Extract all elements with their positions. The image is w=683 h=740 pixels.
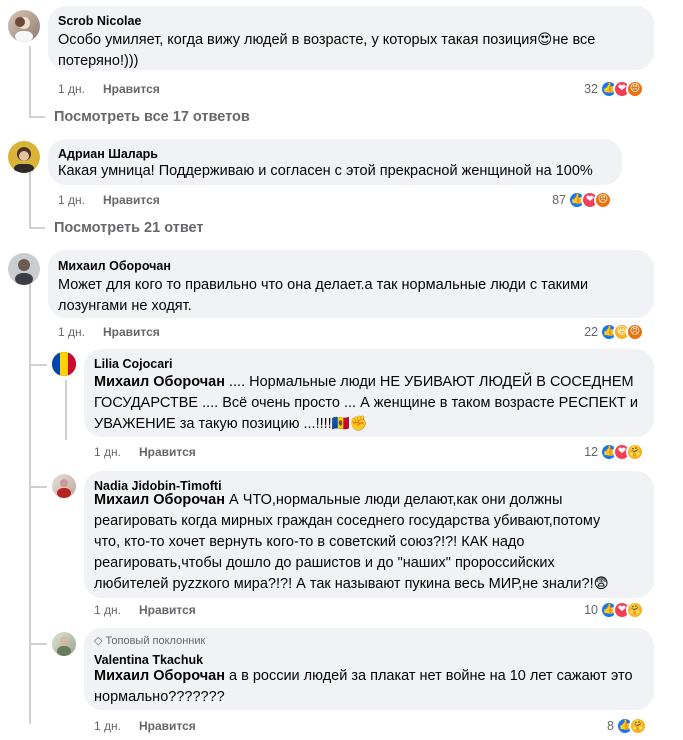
reaction-count[interactable]: 87 [538,193,566,207]
comment-text-line: потеряно!))) [58,53,139,69]
thread-line [29,643,47,645]
reply-bubble: ◇ Топовый поклонник Valentina Tkachuk Ми… [84,628,654,710]
comment-actions: 1 дн. Нравится [58,193,178,207]
flag-avatar-icon [52,352,76,376]
reply-actions: 1 дн. Нравится [94,445,214,459]
like-button[interactable]: Нравится [103,193,160,207]
reaction-summary[interactable]: 👍 ❤ 😠 [568,191,612,209]
thread-line [29,486,47,488]
comment-bubble: Scrob Nicolae Особо умиляет, когда вижу … [48,6,654,70]
like-button[interactable]: Нравится [139,719,196,733]
top-fan-badge: ◇ Топовый поклонник [94,634,205,647]
angry-icon: 😠 [626,80,644,98]
reply-text-line: любителей руzzкого мира?!?! А так называ… [94,576,609,592]
reaction-summary[interactable]: 👍 ❤ 😠 [600,80,644,98]
reply-text: Михаил Оборочан А ЧТО,нормальные люди де… [94,490,650,595]
reply-author[interactable]: Lilia Cojocari [94,357,173,371]
view-replies-link[interactable]: Посмотреть все 17 ответов [54,109,250,125]
comment-text-line: Может для кого то правильно что она дела… [58,277,589,293]
thread-line [29,227,45,229]
comment-actions: 1 дн. Нравится [58,82,178,96]
avatar[interactable] [8,141,40,173]
avatar[interactable] [52,632,76,656]
reply-text-line: ГОСУДАРСТВЕ .... Всё очень просто ... А … [94,395,638,411]
angry-icon: 😠 [594,191,612,209]
like-button[interactable]: Нравится [103,82,160,96]
like-button[interactable]: Нравится [103,325,160,339]
mention-link[interactable]: Михаил Оборочан [94,668,225,684]
reaction-count[interactable]: 12 [570,445,598,459]
reaction-count[interactable]: 8 [584,719,614,733]
comment-time[interactable]: 1 дн. [94,603,121,617]
reply-text-line: А ЧТО,нормальные люди делают,как они дол… [224,492,563,508]
reaction-count[interactable]: 10 [570,603,598,617]
reaction-summary[interactable]: 👍 😆 😠 [600,323,644,341]
reply-text: Михаил Оборочан .... Нормальные люди НЕ … [94,372,650,435]
reaction-summary[interactable]: 👍 ❤ 🤗 [600,601,644,619]
comment-author[interactable]: Михаил Оборочан [58,259,171,273]
reply-bubble: Lilia Cojocari Михаил Оборочан .... Норм… [84,349,654,437]
comment-text: Особо умиляет, когда вижу людей в возрас… [58,30,648,72]
reply-actions: 1 дн. Нравится [94,603,214,617]
reply-text-line: реагировать когда мирных граждан соседне… [94,513,601,529]
avatar[interactable] [8,10,40,42]
reaction-summary[interactable]: 👍 ❤ 🤗 [600,443,644,461]
comment-text-line: Особо умиляет, когда вижу людей в возрас… [58,32,538,48]
comment-text-line: лозунгами не ходят. [58,298,192,314]
reply-text-line: нормально??????? [94,689,225,705]
comment-time[interactable]: 1 дн. [58,82,85,96]
like-button[interactable]: Нравится [139,445,196,459]
thread-line [29,364,47,366]
person-icon [57,637,71,656]
comment-bubble: Адриан Шаларь Какая умница! Поддерживаю … [48,139,622,185]
diamond-icon: ◇ [94,635,103,647]
comment-text-line: не все [552,32,596,48]
reply-text: Михаил Оборочан а в россии людей за плак… [94,666,650,708]
avatar[interactable] [52,352,76,376]
reaction-count[interactable]: 32 [570,82,598,96]
care-icon: 🤗 [629,717,647,735]
comment-author[interactable]: Scrob Nicolae [58,14,141,28]
comment-time[interactable]: 1 дн. [94,445,121,459]
comment-text: Может для кого то правильно что она дела… [58,275,648,317]
like-button[interactable]: Нравится [139,603,196,617]
person-icon [57,479,71,498]
mention-link[interactable]: Михаил Оборочан [94,374,225,390]
thread-line [29,284,31,724]
reply-text-line: что, кто-то хочет вернуть кого-то в сове… [94,534,525,550]
mention-link[interactable]: Михаил Оборочан [94,492,225,508]
reply-actions: 1 дн. Нравится [94,719,214,733]
comment-author[interactable]: Адриан Шаларь [58,147,158,161]
comment-time[interactable]: 1 дн. [58,193,85,207]
avatar[interactable] [52,474,76,498]
heart-eyes-emoji-icon: 😍 [537,32,553,48]
view-replies-link[interactable]: Посмотреть 21 ответ [54,220,204,236]
thread-line [65,380,67,440]
reaction-summary[interactable]: 👍🤗 [616,717,647,735]
reply-author[interactable]: Valentina Tkachuk [94,653,203,667]
angry-icon: 😠 [626,323,644,341]
badge-label: Топовый поклонник [105,635,206,647]
comment-actions: 1 дн. Нравится [58,325,178,339]
reply-text-line: УВАЖЕНИЕ за такую позицию ...!!!!🇲🇩✊ [94,416,368,432]
reply-bubble: Nadia Jidobin-Timofti Михаил Оборочан А … [84,471,654,598]
comment-time[interactable]: 1 дн. [94,719,121,733]
care-icon: 🤗 [626,443,644,461]
avatar[interactable] [8,253,40,285]
person-icon [15,17,33,42]
thread-line [29,46,31,116]
reply-text-line: реагировать,чтобы дошло до рашистов и до… [94,555,555,571]
reaction-count[interactable]: 22 [570,325,598,339]
comment-text: Какая умница! Поддерживаю и согласен с э… [58,163,593,179]
reply-text-line: а в россии людей за плакат нет войне на … [224,668,633,684]
person-icon [14,147,34,173]
reply-text-line: .... Нормальные люди НЕ УБИВАЮТ ЛЮДЕЙ В … [224,374,634,390]
comment-bubble: Михаил Оборочан Может для кого то правил… [48,250,654,318]
thread-line [29,116,45,118]
person-icon [15,259,33,285]
comment-time[interactable]: 1 дн. [58,325,85,339]
care-icon: 🤗 [626,601,644,619]
